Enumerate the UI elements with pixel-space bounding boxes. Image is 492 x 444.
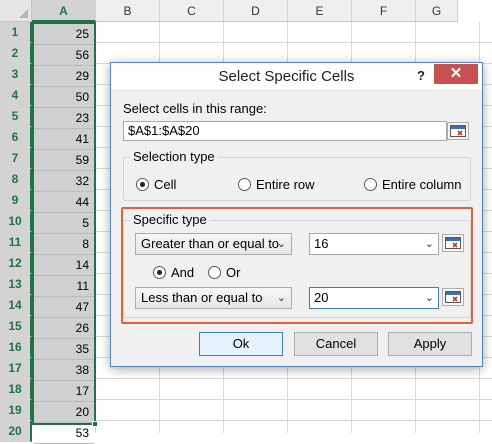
- cell-a20[interactable]: 53: [34, 423, 94, 444]
- radio-empty-icon: [364, 178, 377, 191]
- specific-type-highlight: [121, 207, 473, 324]
- radio-cell[interactable]: Cell: [136, 177, 176, 192]
- row-header[interactable]: 2: [0, 43, 32, 64]
- ok-button[interactable]: Ok: [199, 332, 283, 356]
- column-header-a[interactable]: A: [32, 0, 96, 22]
- cell-a9[interactable]: 44: [34, 192, 94, 213]
- row-header[interactable]: 16: [0, 337, 32, 358]
- column-headers: A B C D E F G: [32, 0, 458, 22]
- row-header[interactable]: 7: [0, 148, 32, 169]
- row-header[interactable]: 9: [0, 190, 32, 211]
- row-header[interactable]: 11: [0, 232, 32, 253]
- cell-a11[interactable]: 8: [34, 234, 94, 255]
- help-button[interactable]: ?: [410, 65, 432, 87]
- radio-entire-row[interactable]: Entire row: [238, 177, 315, 192]
- row-header[interactable]: 5: [0, 106, 32, 127]
- row-header[interactable]: 8: [0, 169, 32, 190]
- column-header-g[interactable]: G: [416, 0, 458, 22]
- range-label: Select cells in this range:: [123, 101, 267, 116]
- row-header[interactable]: 20: [0, 421, 32, 442]
- close-button[interactable]: ✕: [434, 64, 478, 84]
- cell-a2[interactable]: 56: [34, 45, 94, 66]
- radio-entire-row-label: Entire row: [256, 177, 315, 192]
- select-all-corner[interactable]: [0, 0, 32, 22]
- row-header[interactable]: 14: [0, 295, 32, 316]
- row-headers: 1 2 3 4 5 6 7 8 9 10 11 12 13 14 15 16 1…: [0, 22, 32, 442]
- row-header[interactable]: 4: [0, 85, 32, 106]
- row-header[interactable]: 1: [0, 22, 32, 43]
- cell-a15[interactable]: 26: [34, 318, 94, 339]
- radio-entire-column-label: Entire column: [382, 177, 462, 192]
- cell-a14[interactable]: 47: [34, 297, 94, 318]
- cell-a17[interactable]: 38: [34, 360, 94, 381]
- cell-a19[interactable]: 20: [34, 402, 94, 423]
- row-header[interactable]: 15: [0, 316, 32, 337]
- cell-a13[interactable]: 11: [34, 276, 94, 297]
- cell-a6[interactable]: 41: [34, 129, 94, 150]
- dialog-titlebar[interactable]: Select Specific Cells ? ✕: [111, 63, 482, 91]
- radio-empty-icon: [238, 178, 251, 191]
- row-header[interactable]: 3: [0, 64, 32, 85]
- column-header-c[interactable]: C: [160, 0, 224, 22]
- cancel-button[interactable]: Cancel: [294, 332, 378, 356]
- radio-cell-label: Cell: [154, 177, 177, 192]
- row-header[interactable]: 13: [0, 274, 32, 295]
- cell-a16[interactable]: 35: [34, 339, 94, 360]
- cell-a18[interactable]: 17: [34, 381, 94, 402]
- cell-a10[interactable]: 5: [34, 213, 94, 234]
- selection-type-title: Selection type: [130, 149, 218, 164]
- cell-a5[interactable]: 23: [34, 108, 94, 129]
- fill-handle[interactable]: [92, 421, 98, 427]
- cell-a3[interactable]: 29: [34, 66, 94, 87]
- row-header[interactable]: 18: [0, 379, 32, 400]
- selected-range-a1-a20[interactable]: 25 56 29 50 23 41 59 32 44 5 8 14 11 47 …: [32, 22, 96, 444]
- row-header[interactable]: 10: [0, 211, 32, 232]
- column-header-d[interactable]: D: [224, 0, 288, 22]
- column-header-e[interactable]: E: [288, 0, 352, 22]
- row-header[interactable]: 6: [0, 127, 32, 148]
- radio-selected-icon: [136, 178, 149, 191]
- cell-a12[interactable]: 14: [34, 255, 94, 276]
- range-input[interactable]: $A$1:$A$20: [123, 121, 447, 141]
- column-header-f[interactable]: F: [352, 0, 416, 22]
- cell-a8[interactable]: 32: [34, 171, 94, 192]
- row-header[interactable]: 19: [0, 400, 32, 421]
- range-picker-button[interactable]: [447, 122, 469, 140]
- range-picker-icon: [450, 125, 466, 137]
- cell-a7[interactable]: 59: [34, 150, 94, 171]
- row-header[interactable]: 12: [0, 253, 32, 274]
- column-header-b[interactable]: B: [96, 0, 160, 22]
- cell-a1[interactable]: 25: [34, 24, 94, 45]
- radio-entire-column[interactable]: Entire column: [364, 177, 461, 192]
- row-header[interactable]: 17: [0, 358, 32, 379]
- apply-button[interactable]: Apply: [388, 332, 472, 356]
- dialog-title: Select Specific Cells: [218, 68, 355, 85]
- cell-a4[interactable]: 50: [34, 87, 94, 108]
